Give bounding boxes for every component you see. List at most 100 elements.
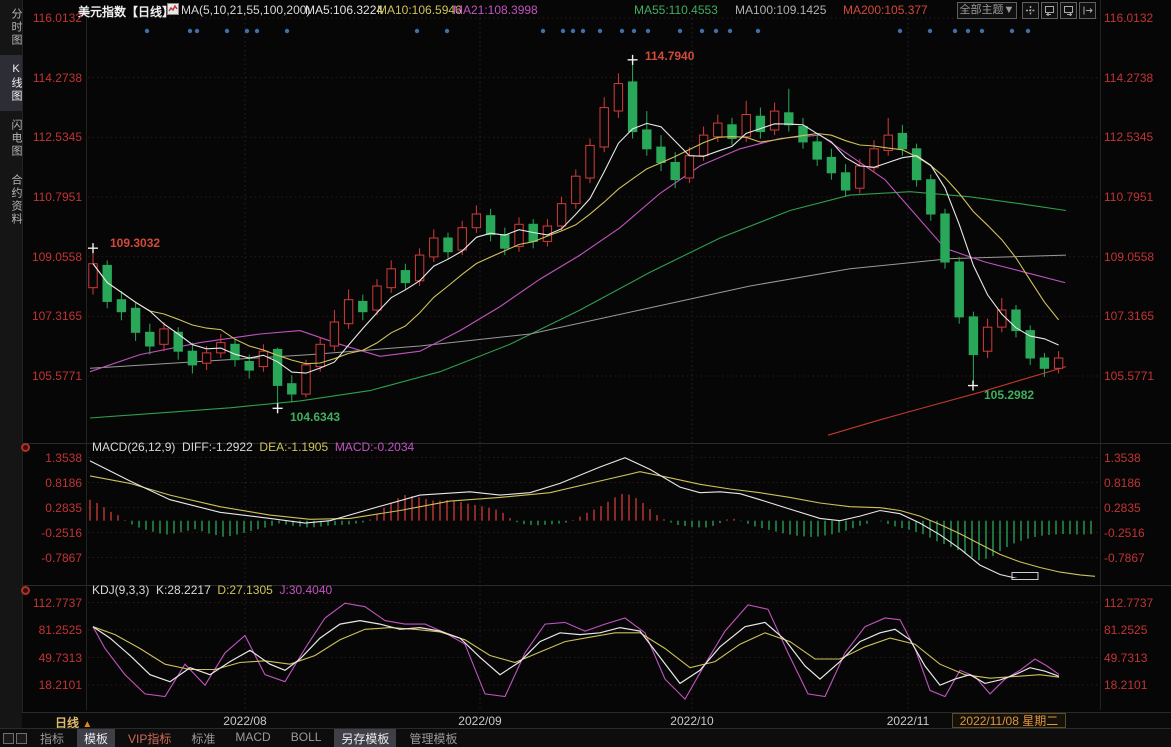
axis-label: 0.8186 — [1104, 476, 1141, 490]
candle-body — [813, 142, 821, 159]
axis-label: 114.2738 — [1104, 71, 1153, 85]
event-dot — [285, 29, 289, 33]
event-dot — [561, 29, 565, 33]
price-extreme-label: 104.6343 — [290, 410, 340, 424]
candle-body — [444, 238, 452, 252]
axis-label: 81.2525 — [1104, 623, 1147, 637]
event-dot — [928, 29, 932, 33]
axis-label: -0.2516 — [30, 526, 82, 540]
event-dot — [714, 29, 718, 33]
axis-label: 112.5345 — [30, 130, 82, 144]
macd-diff-value: DIFF:-1.2922 — [182, 440, 253, 454]
candle-body — [998, 310, 1006, 327]
axis-label: 109.0558 — [1104, 250, 1154, 264]
candle-body — [628, 82, 636, 132]
ma-legend-4: MA55:110.4553 — [634, 3, 718, 17]
candle-body — [359, 301, 367, 311]
candle-body — [799, 127, 807, 142]
pane-expand-right-button[interactable] — [1060, 2, 1077, 19]
candle-body — [785, 113, 793, 125]
axis-label: 81.2525 — [30, 623, 82, 637]
bottom-tab-8[interactable]: 管理模板 — [402, 729, 464, 747]
sidebar-item-2[interactable]: K线图 — [0, 55, 22, 111]
axis-label: 0.2835 — [1104, 501, 1141, 515]
event-dot — [145, 29, 149, 33]
axis-label: 49.7313 — [1104, 651, 1147, 665]
layout-pane-icon[interactable] — [16, 733, 27, 744]
candle-body — [401, 271, 409, 283]
event-dot — [1010, 29, 1014, 33]
event-dot — [646, 29, 650, 33]
x-axis-date-label: 2022/10 — [670, 714, 713, 728]
bottom-tab-3[interactable]: VIP指标 — [121, 729, 178, 747]
kdj-settings-icon[interactable] — [21, 586, 30, 595]
candle-body — [898, 133, 906, 148]
axis-label: 105.5771 — [30, 369, 82, 383]
candle-body — [955, 262, 963, 317]
macd-settings-icon[interactable] — [21, 443, 30, 452]
event-dot — [632, 29, 636, 33]
trading-app-window: 分时图K线图闪电图合约资料 美元指数【日线】 MA(5,10,21,55,100… — [0, 0, 1171, 747]
axis-label: 105.5771 — [1104, 369, 1154, 383]
bottom-tab-1[interactable]: 指标 — [33, 729, 71, 747]
axis-label: -0.2516 — [1104, 526, 1145, 540]
candle-body — [103, 265, 111, 301]
candle-body — [671, 163, 679, 180]
event-dot — [700, 29, 704, 33]
bottom-tab-7[interactable]: 另存模板 — [334, 729, 396, 747]
kdj-d-value: D:27.1305 — [217, 583, 272, 597]
event-dot — [728, 29, 732, 33]
theme-selector-button[interactable]: 全部主题▼ — [957, 2, 1017, 19]
candle-body — [827, 157, 835, 172]
candle-body — [202, 353, 210, 363]
ma-caption: MA(5,10,21,55,100,200) — [181, 3, 310, 17]
event-dot — [188, 29, 192, 33]
event-dot — [966, 29, 970, 33]
sidebar-item-1[interactable]: 分时图 — [0, 0, 22, 55]
axis-label: 0.2835 — [30, 501, 82, 515]
candle-body — [245, 362, 253, 371]
candle-body — [1054, 358, 1062, 368]
layout-grid-icon[interactable] — [3, 733, 14, 744]
candle-body — [841, 173, 849, 190]
bottom-tab-4[interactable]: 标准 — [184, 729, 222, 747]
bottom-tab-2[interactable]: 模板 — [77, 729, 115, 747]
event-dot — [980, 29, 984, 33]
ma55-line — [90, 192, 1066, 418]
candle-body — [259, 351, 267, 366]
axis-label: 114.2738 — [30, 71, 82, 85]
bottom-tab-6[interactable]: BOLL — [284, 729, 329, 747]
macd-title: MACD(26,12,9) — [92, 440, 175, 454]
candle-body — [160, 329, 168, 344]
candle-body — [174, 332, 182, 351]
chart-canvas — [0, 0, 1171, 747]
pan-tool-button[interactable] — [1022, 2, 1039, 19]
candle-body — [415, 255, 423, 281]
axis-label: 110.7951 — [1104, 190, 1153, 204]
candle-body — [458, 228, 466, 250]
macd-panel-header: MACD(26,12,9) DIFF:-1.2922 DEA:-1.1905 M… — [92, 440, 414, 454]
axis-label: 1.3538 — [30, 451, 82, 465]
sidebar-item-4[interactable]: 合约资料 — [0, 166, 22, 234]
price-extreme-label: 109.3032 — [110, 236, 160, 250]
event-dot — [598, 29, 602, 33]
axis-label: 18.2101 — [1104, 678, 1147, 692]
candle-body — [515, 224, 523, 246]
event-dot — [541, 29, 545, 33]
candle-body — [870, 149, 878, 168]
macd-dea-value: DEA:-1.1905 — [259, 440, 328, 454]
candle-body — [557, 204, 565, 226]
event-dot — [898, 29, 902, 33]
candle-body — [685, 156, 693, 178]
event-dot — [245, 29, 249, 33]
sidebar-item-3[interactable]: 闪电图 — [0, 111, 22, 166]
axis-label: -0.7867 — [1104, 551, 1145, 565]
bottom-tab-5[interactable]: MACD — [228, 729, 277, 747]
axis-label: 110.7951 — [30, 190, 82, 204]
macd-last-value-box — [1012, 573, 1038, 580]
pane-expand-left-button[interactable] — [1041, 2, 1058, 19]
axis-label: 18.2101 — [30, 678, 82, 692]
exit-pane-button[interactable] — [1079, 2, 1096, 19]
ma-legend-6: MA200:105.377 — [843, 3, 928, 17]
candle-body — [472, 214, 480, 228]
